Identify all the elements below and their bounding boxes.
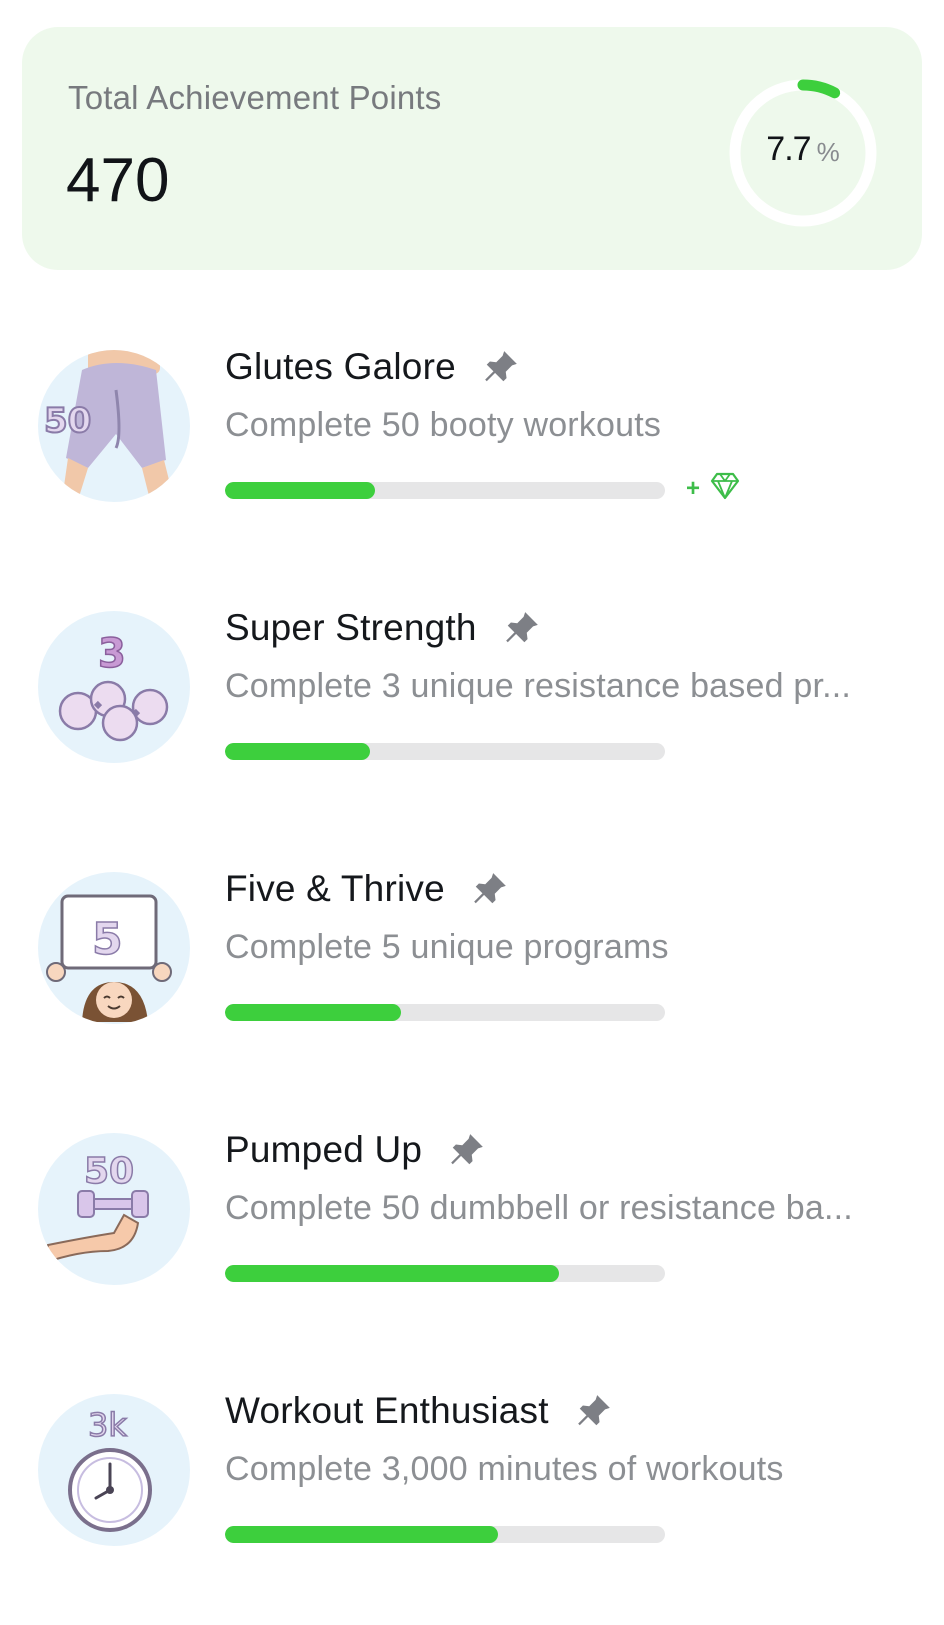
achievement-title: Super Strength	[225, 607, 477, 648]
badge-text: 50	[84, 1151, 134, 1192]
percent-value: 7.7	[766, 129, 811, 168]
achievement-title: Five & Thrive	[225, 868, 445, 909]
achievement-description: Complete 50 dumbbell or resistance ba...	[225, 1189, 853, 1227]
kettlebells-3-icon: 3	[38, 611, 190, 763]
summary-label: Total Achievement Points	[68, 79, 442, 116]
progress-fill	[225, 482, 375, 499]
progress-fill	[225, 1004, 401, 1021]
percent-unit: %	[816, 136, 840, 167]
sign-5-icon: 5	[38, 872, 190, 1024]
flexed-arm-50-icon: 50	[38, 1133, 190, 1285]
achievement-row-super-strength[interactable]: 3 Super Strength Complete 3 unique resis…	[0, 607, 944, 807]
achievement-description: Complete 3,000 minutes of workouts	[225, 1450, 784, 1488]
progress-bar	[225, 1265, 665, 1282]
pin-icon[interactable]	[482, 348, 520, 386]
progress-bar	[225, 743, 665, 760]
achievement-title: Glutes Galore	[225, 346, 456, 387]
progress-bar	[225, 482, 665, 499]
reward-plus: +	[686, 474, 701, 502]
diamond-icon	[710, 472, 740, 505]
achievement-row-glutes-galore[interactable]: 50 Glutes Galore Complete 50 booty worko…	[0, 346, 944, 546]
clock-3k-icon: 3k	[38, 1394, 190, 1546]
reward-indicator: +	[686, 472, 740, 505]
progress-fill	[225, 1265, 560, 1282]
achievement-title: Workout Enthusiast	[225, 1390, 549, 1431]
achievement-description: Complete 3 unique resistance based pr...	[225, 667, 852, 705]
achievement-description: Complete 50 booty workouts	[225, 406, 662, 444]
pin-icon[interactable]	[471, 870, 509, 908]
achievement-summary-card: Total Achievement Points 470 7.7 %	[22, 27, 922, 270]
badge-text: 3k	[88, 1406, 127, 1444]
progress-bar	[225, 1004, 665, 1021]
badge-text: 5	[92, 914, 123, 965]
pin-icon[interactable]	[575, 1392, 613, 1430]
badge-text: 3	[98, 631, 126, 677]
badge-text: 50	[44, 401, 91, 441]
progress-ring: 7.7 %	[723, 73, 883, 233]
achievement-row-workout-enthusiast[interactable]: 3k Workout Enthusiast Complete 3,000 min…	[0, 1390, 944, 1590]
achievement-row-pumped-up[interactable]: 50 Pumped Up Complete 50 dumbbell or res…	[0, 1129, 944, 1329]
booty-50-icon: 50	[38, 350, 190, 502]
progress-fill	[225, 1526, 498, 1543]
progress-bar	[225, 1526, 665, 1543]
achievement-title: Pumped Up	[225, 1129, 423, 1170]
progress-fill	[225, 743, 371, 760]
total-points: 470	[66, 146, 170, 215]
achievement-description: Complete 5 unique programs	[225, 928, 669, 966]
achievement-row-five-and-thrive[interactable]: 5 Five & Thrive Complete 5 unique progra…	[0, 868, 944, 1068]
pin-icon[interactable]	[448, 1131, 486, 1169]
pin-icon[interactable]	[503, 609, 541, 647]
